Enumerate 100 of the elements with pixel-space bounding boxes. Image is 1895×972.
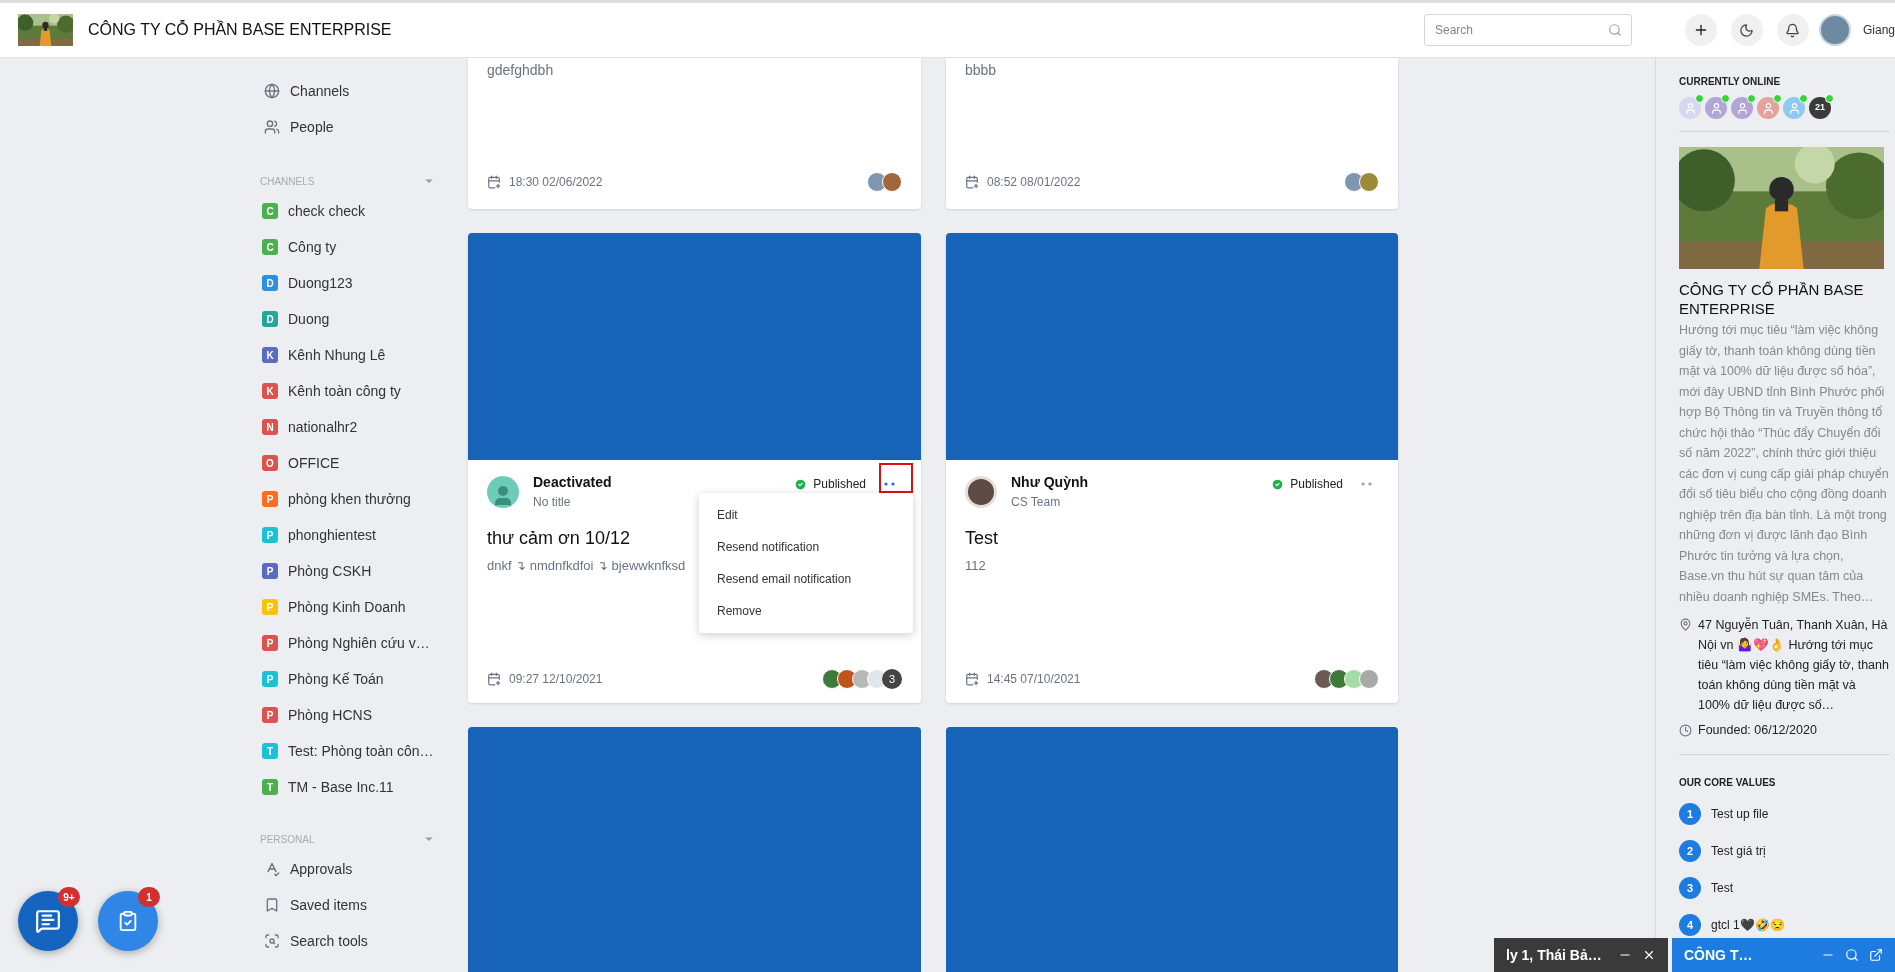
calendar-icon (487, 672, 501, 686)
channel-badge: K (262, 383, 278, 399)
add-button[interactable] (1684, 14, 1717, 46)
channel-badge: P (262, 491, 278, 507)
channel-badge: P (262, 563, 278, 579)
channel-badge: C (262, 203, 278, 219)
menu-item[interactable]: Resend email notification (699, 563, 913, 595)
more-icon (1361, 482, 1373, 486)
channel-item[interactable]: P Phòng Kế Toán (262, 661, 384, 697)
search-icon[interactable] (1845, 948, 1859, 962)
channel-item[interactable]: K Kênh toàn công ty (262, 373, 401, 409)
location-icon (1679, 618, 1692, 631)
author-subtitle: No title (533, 494, 572, 511)
author-name: Deactivated (533, 473, 612, 492)
status-label: Published (813, 476, 866, 493)
post-card[interactable]: Như Quỳnh CS Team Published Test 112 14:45 07/10/2021 (946, 233, 1398, 703)
channel-item[interactable]: P Phòng CSKH (262, 553, 372, 589)
calendar-icon (965, 175, 979, 189)
post-card[interactable]: Deactivated No title Published thư cảm ơn 10/12 dnkf ↴ nmdnfkdfoi ↴ bjewwknfksd 09:27 12/10/2021 3 Edit Resend notification Resend email notification Remove (468, 233, 921, 703)
channel-item[interactable]: C Công ty (262, 229, 337, 265)
chat-tab[interactable]: CÔNG T… (1672, 938, 1895, 972)
globe-icon (264, 83, 280, 99)
channel-badge: D (262, 275, 278, 291)
people-icon (264, 119, 280, 135)
sidebar-item[interactable]: Approvals (262, 851, 355, 887)
more-icon (884, 482, 896, 486)
channel-item[interactable]: P phonghientest (262, 517, 376, 553)
user-avatar (965, 475, 997, 508)
channel-badge: D (262, 311, 278, 327)
post-excerpt: gdefghdbh (487, 61, 554, 80)
section-heading: OUR CORE VALUES (1679, 775, 1776, 790)
channel-item[interactable]: P Phòng Nghiên cứu v… (262, 625, 430, 661)
post-date: 08:52 08/01/2022 (987, 174, 1081, 191)
user-name[interactable]: Giang (1862, 21, 1895, 39)
notification-badge: 9+ (58, 887, 80, 907)
channel-item[interactable]: T Test: Phòng toàn côn… (262, 733, 434, 769)
spell-check-icon (264, 861, 280, 877)
value-number: 2 (1679, 839, 1701, 862)
post-date: 18:30 02/06/2022 (509, 174, 603, 191)
chat-tab[interactable]: ly 1, Thái Bả… (1494, 938, 1668, 972)
channel-badge: C (262, 239, 278, 255)
author-name: Như Quỳnh (1011, 473, 1089, 492)
status-label: Published (1290, 476, 1343, 493)
dark-mode-button[interactable] (1730, 14, 1763, 46)
channel-badge: N (262, 419, 278, 435)
calendar-icon (965, 672, 979, 686)
user-avatar (487, 475, 519, 508)
channel-badge: P (262, 599, 278, 615)
sidebar-item[interactable]: Saved items (262, 887, 370, 923)
channel-item[interactable]: D Duong (262, 301, 330, 337)
channel-item[interactable]: O OFFICE (262, 445, 340, 481)
channel-item[interactable]: P Phòng Kinh Doanh (262, 589, 406, 625)
sidebar-item[interactable]: Channels (262, 73, 352, 109)
company-name: CÔNG TY CỖ PHẦN BASE ENTERPRISE (88, 19, 392, 40)
search-field[interactable]: Search (1423, 14, 1632, 46)
sidebar-item[interactable]: People (262, 109, 336, 145)
section-heading: CHANNELS (260, 174, 315, 189)
check-icon (1271, 477, 1285, 491)
channel-item[interactable]: P phòng khen thưởng (262, 481, 411, 517)
external-link-icon[interactable] (1869, 948, 1883, 962)
channel-item[interactable]: T TM - Base Inc.11 (262, 769, 394, 805)
menu-item[interactable]: Remove (699, 595, 913, 627)
company-description: Hướng tới mục tiêu “làm việc không giấy tờ, thanh toán không dùng tiền mặt và 100% dữ liệu được số hóa”, mới đây UBND tỉnh Bình Phước phối hợp Bộ Thông tin và Truyền thông tổ chức hội thảo “Thúc đẩy Chuyển đổi số năm 2022”, chính thức giới thiệu các đơn vị cung cấp giải pháp chuyển đổi số tiêu biểu cho cộng đồng doanh nghiệp trên địa bàn tỉnh. Là một trong những đơn vị được lãnh đạo Bình Phước tin tưởng và lựa chọn, Base.vn thu hút sự quan tâm của nhiều doanh nghiệp SMEs. Theo… (1679, 322, 1889, 606)
bookmark-icon (264, 897, 280, 913)
founded-date: Founded: 06/12/2020 (1698, 722, 1817, 739)
post-card[interactable]: gdefghdbh 18:30 02/06/2022 (468, 58, 921, 209)
channel-item[interactable]: N nationalhr2 (262, 409, 358, 445)
menu-item[interactable]: Edit (699, 499, 913, 531)
menu-item[interactable]: Resend notification (699, 531, 913, 563)
channel-badge: P (262, 707, 278, 723)
channel-badge: P (262, 635, 278, 651)
notification-button[interactable] (1776, 14, 1809, 46)
search-icon (264, 933, 280, 949)
clock-icon (1679, 723, 1692, 737)
post-title: thư cảm ơn 10/12 (487, 527, 630, 550)
channel-item[interactable]: P Phòng HCNS (262, 697, 373, 733)
post-excerpt: 112 (965, 557, 986, 575)
bell-icon (1785, 22, 1801, 38)
post-date: 14:45 07/10/2021 (987, 671, 1081, 688)
search-icon (1607, 23, 1622, 37)
channel-badge: P (262, 671, 278, 687)
message-icon (35, 908, 61, 934)
calendar-icon (487, 175, 501, 189)
channel-item[interactable]: K Kênh Nhung Lê (262, 337, 386, 373)
notification-badge: 1 (138, 887, 160, 907)
post-excerpt: bbbb (965, 61, 997, 80)
sidebar-item[interactable]: Search tools (262, 923, 370, 959)
close-icon[interactable] (1642, 948, 1656, 962)
user-avatar[interactable] (1818, 14, 1851, 46)
clipboard-check-icon (117, 910, 139, 932)
post-card[interactable]: bbbb 08:52 08/01/2022 (946, 58, 1398, 209)
channel-badge: P (262, 527, 278, 543)
author-subtitle: CS Team (1011, 494, 1062, 511)
value-number: 1 (1679, 802, 1701, 825)
channel-item[interactable]: C check check (262, 193, 366, 229)
company-address: 47 Nguyễn Tuân, Thanh Xuân, Hà Nội vn 🤷‍♀💖👌 Hướng tới mục tiêu “làm việc không giấy tờ, thanh toán không dùng tiền mặt và 100% dữ liệu được số… (1698, 616, 1889, 714)
value-text: gtcl 1🖤🤣😒 (1711, 916, 1785, 934)
channel-item[interactable]: D Duong123 (262, 265, 353, 301)
channel-badge: O (262, 455, 278, 471)
post-title: Test (965, 527, 998, 550)
